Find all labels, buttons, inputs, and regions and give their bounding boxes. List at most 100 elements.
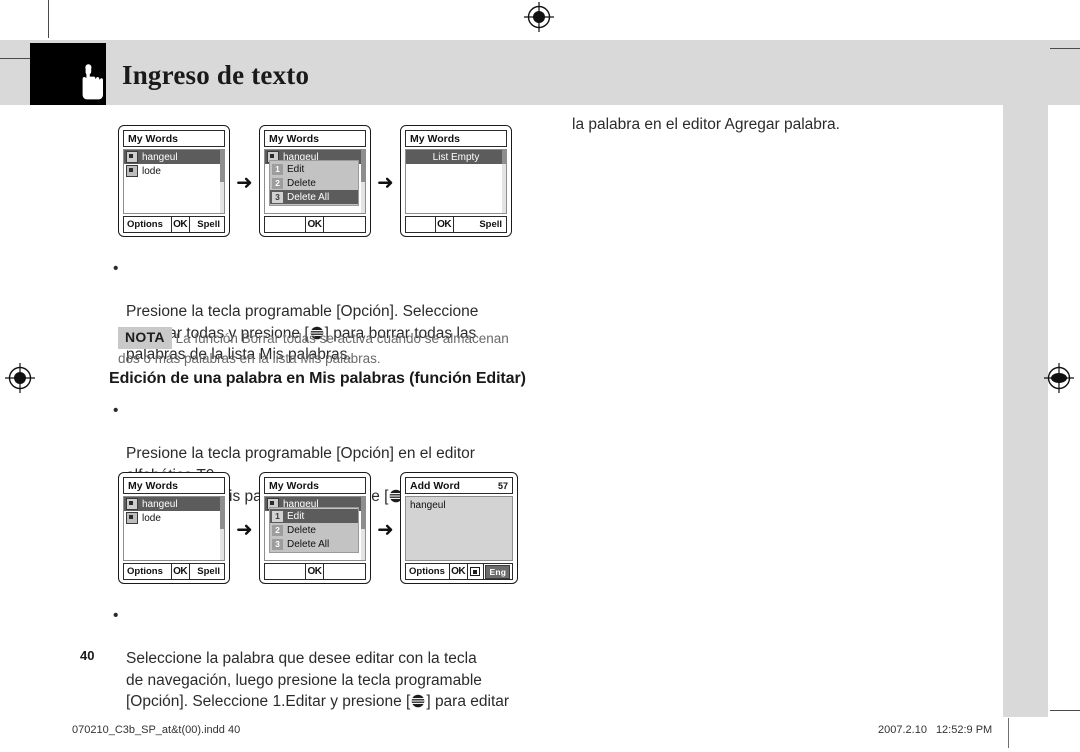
screen-body-editor[interactable]: hangeul [405,496,513,561]
menu-number: 1 [272,163,283,175]
softkey-ok[interactable]: OK [434,217,454,232]
word-entry-icon [126,498,138,510]
crop-mark-left-top-horizontal [0,58,30,59]
menu-item-label: Edit [287,163,305,175]
screen-title-label: My Words [410,132,460,145]
bullet-marker: • [113,402,119,419]
scrollbar-thumb[interactable] [361,150,365,182]
word-entry-icon [126,512,138,524]
flow-arrow-icon: ➜ [236,170,253,194]
softkey-bar: Options OK Spell [123,563,225,580]
scrollbar-thumb[interactable] [220,497,224,529]
phone-screen-my-words-empty: My Words List Empty OK Spell [400,125,512,237]
input-mode-badge: Eng [485,564,511,579]
screen-title: My Words [264,477,366,494]
softkey-right[interactable]: Spell [190,217,224,232]
phone-screen-my-words-list-2: My Words hangeul lode Options OK Spell [118,472,230,584]
screen-body-list: hangeul 1 Edit 2 Delete 3 Delete All [264,496,366,561]
menu-number: 1 [272,510,283,522]
screen-title-label: My Words [128,132,178,145]
menu-item-edit[interactable]: 1 Edit [270,509,358,523]
screen-title-label: My Words [269,479,319,492]
softkey-bar: OK [264,563,366,580]
section-heading: Edición de una palabra en Mis palabras (… [109,370,526,387]
menu-number: 3 [272,191,283,203]
screen-body-list: hangeul lode [123,496,225,561]
editor-value: hangeul [410,500,446,511]
scrollbar-thumb[interactable] [502,150,506,164]
note-badge: NOTA [118,327,172,349]
softkey-right[interactable] [324,217,365,232]
screen-title: My Words [264,130,366,147]
softkey-ok[interactable]: OK [305,217,324,232]
flow-arrow-icon: ➜ [377,517,394,541]
list-item[interactable]: hangeul [124,150,224,164]
registration-mark-left [5,363,35,393]
scrollbar[interactable] [361,497,365,560]
phone-screen-options-edit: My Words hangeul 1 Edit 2 Delete 3 Delet… [259,472,371,584]
softkey-ok[interactable]: OK [448,564,468,579]
instruction-paragraph-3: • Seleccione la palabra que desee editar… [113,605,553,734]
menu-item-edit[interactable]: 1 Edit [270,162,358,176]
softkey-bar: Options OK Spell [123,216,225,233]
menu-item-label: Delete [287,524,316,536]
menu-item-delete-all[interactable]: 3 Delete All [270,190,358,204]
softkey-ok[interactable]: OK [170,217,190,232]
menu-item-delete[interactable]: 2 Delete [270,176,358,190]
softkey-keypad-icon[interactable] [468,564,484,579]
softkey-right[interactable] [324,564,365,579]
scrollbar-thumb[interactable] [361,497,365,529]
softkey-ok[interactable]: OK [170,564,190,579]
softkey-input-mode[interactable]: Eng [484,564,512,579]
scrollbar-thumb[interactable] [220,150,224,182]
crop-mark-right-top-horizontal [1050,48,1080,49]
softkey-right[interactable]: Spell [454,217,506,232]
softkey-left[interactable] [265,217,305,232]
options-menu: 1 Edit 2 Delete 3 Delete All [269,160,359,206]
softkey-left[interactable] [406,217,435,232]
intro-continuation-text: la palabra en el editor Agregar palabra. [572,116,840,133]
page-title: Ingreso de texto [122,60,310,90]
list-item[interactable]: lode [124,164,224,178]
flow-arrow-icon: ➜ [236,517,253,541]
softkey-right[interactable]: Spell [190,564,224,579]
softkey-left[interactable] [265,564,305,579]
softkey-left[interactable]: Options [124,217,171,232]
footer-filename: 070210_C3b_SP_at&t(00).indd 40 [72,724,241,736]
screen-title-label: My Words [269,132,319,145]
screen-body-list: List Empty [405,149,507,214]
flow-arrow-icon: ➜ [377,170,394,194]
screen-title: My Words [123,477,225,494]
scrollbar[interactable] [220,150,224,213]
list-item[interactable]: hangeul [124,497,224,511]
registration-mark-right [1044,363,1074,393]
softkey-left[interactable]: Options [406,564,449,579]
paragraph-body: Seleccione la palabra que desee editar c… [113,648,553,713]
crop-mark-right-bottom-horizontal [1050,710,1080,711]
list-item-label: lode [142,165,161,177]
softkey-left[interactable]: Options [124,564,171,579]
scrollbar[interactable] [220,497,224,560]
para3-line2: de navegación, luego presione la tecla p… [126,671,482,689]
menu-number: 2 [272,524,283,536]
para3-line3b: ] para editar [426,693,510,710]
note-block: NOTA La función Borrar todas se activa c… [118,327,538,368]
menu-number: 3 [272,538,283,550]
screen-title: My Words [123,130,225,147]
menu-item-delete[interactable]: 2 Delete [270,523,358,537]
screen-title: Add Word 57 [405,477,513,494]
note-line-2: dos o más palabras en la lista Mis palab… [118,351,381,366]
menu-item-delete-all[interactable]: 3 Delete All [270,537,358,551]
softkey-ok[interactable]: OK [305,564,324,579]
softkey-bar: OK Spell [405,216,507,233]
screen-title: My Words [405,130,507,147]
menu-item-label: Edit [287,510,305,522]
menu-item-label: Delete All [287,191,330,203]
keypad-icon [470,567,481,576]
phone-screen-options-delete-all: My Words hangeul 1 Edit 2 Delete 3 Delet… [259,125,371,237]
footer-timestamp: 2007.2.10 12:52:9 PM [878,724,992,736]
list-item[interactable]: lode [124,511,224,525]
scrollbar[interactable] [502,150,506,213]
screen-body-list: hangeul lode [123,149,225,214]
scrollbar[interactable] [361,150,365,213]
